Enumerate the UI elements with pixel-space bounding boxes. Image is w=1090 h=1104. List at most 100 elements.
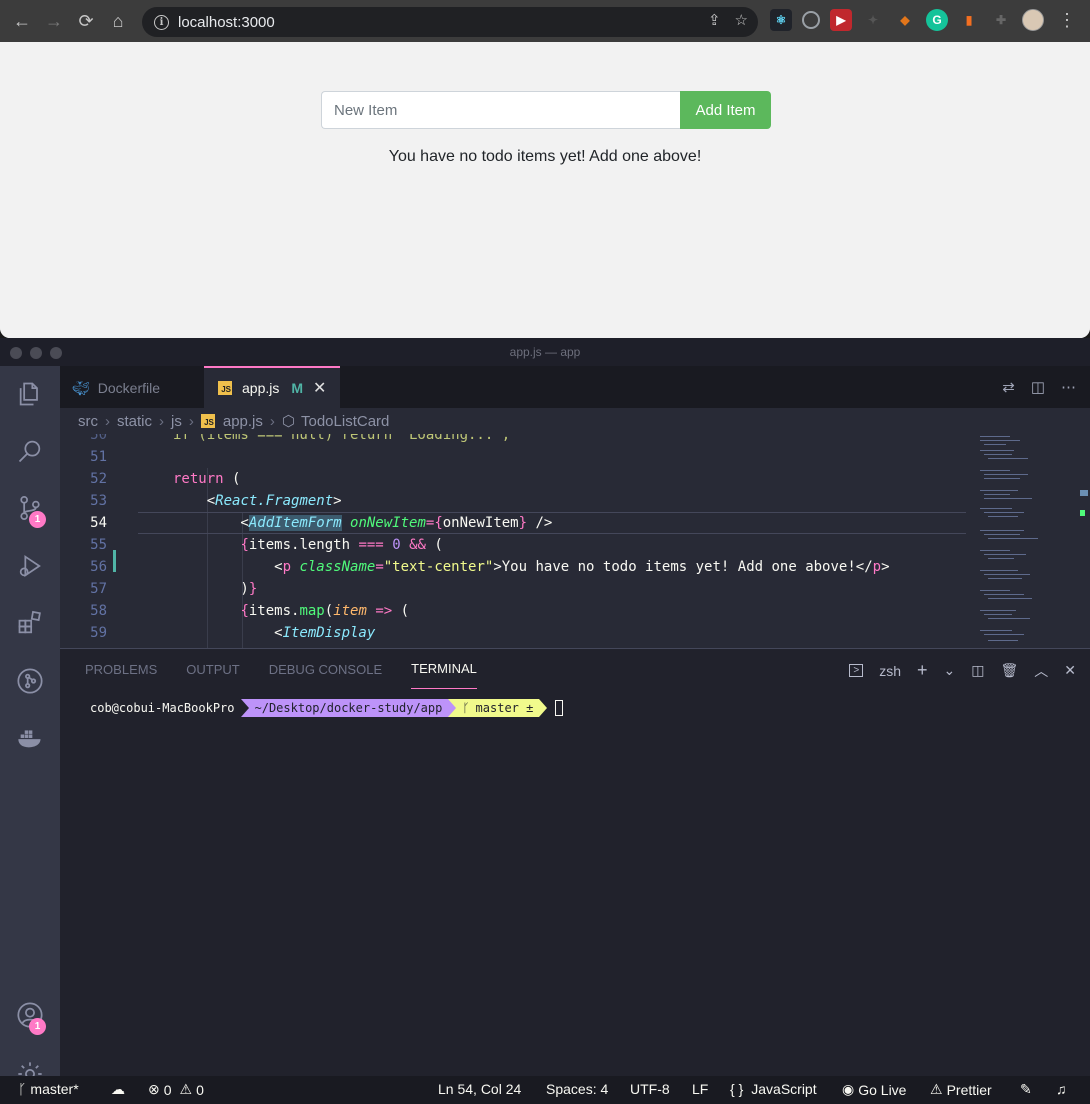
video-extension-icon[interactable]: ▶ [830, 9, 852, 31]
breadcrumb-item[interactable]: app.js [223, 413, 263, 430]
bottom-panel: PROBLEMS OUTPUT DEBUG CONSOLE TERMINAL >… [60, 648, 1090, 1076]
code-line: 53 <React.Fragment> [90, 493, 342, 509]
close-window-button[interactable] [10, 347, 22, 359]
language-label: JavaScript [751, 1081, 817, 1097]
vscode-window: app.js — app 1 1 🐳︎ Dockerfile JS app.js… [0, 338, 1090, 1104]
problems-status[interactable]: ⊗ 0 ⚠ 0 [148, 1081, 204, 1098]
share-icon[interactable]: ⇪ [708, 11, 721, 29]
docker-file-icon: 🐳︎ [72, 379, 90, 396]
todo-app-page: Add Item You have no todo items yet! Add… [0, 42, 1090, 338]
modified-indicator: M [291, 380, 304, 396]
tab-debug-console[interactable]: DEBUG CONSOLE [269, 649, 382, 689]
add-item-button[interactable]: Add Item [680, 91, 771, 129]
prompt-user: cob@cobui-MacBookPro [85, 699, 241, 717]
analytics-extension-icon[interactable]: ▮ [958, 9, 980, 31]
empty-state-message: You have no todo items yet! Add one abov… [388, 148, 702, 165]
home-button[interactable]: ⌂ [102, 5, 134, 37]
cursor-position[interactable]: Ln 54, Col 24 [438, 1081, 521, 1097]
maximize-panel-chevron-up-icon[interactable]: ︿ [1034, 661, 1048, 681]
window-title: app.js — app [509, 345, 581, 359]
minimap[interactable] [966, 434, 1090, 648]
tab-output[interactable]: OUTPUT [186, 649, 239, 689]
reload-button[interactable]: ⟳ [70, 5, 102, 37]
tab-app-js[interactable]: JS app.js M ✕ [204, 366, 341, 408]
component-symbol-icon: ⬡ [281, 413, 295, 430]
terminal-cursor [555, 700, 564, 716]
breadcrumb-item[interactable]: static [117, 413, 152, 430]
more-actions-icon[interactable]: ⋯ [1061, 378, 1076, 396]
split-terminal-icon[interactable]: ◫ [971, 662, 984, 679]
git-graph-icon[interactable] [0, 657, 60, 705]
run-debug-icon[interactable] [0, 542, 60, 590]
compare-changes-icon[interactable]: ⇄ [1002, 378, 1015, 396]
close-tab-icon[interactable]: ✕ [313, 378, 326, 398]
warning-icon: ⚠ [179, 1081, 193, 1097]
extensions-icon[interactable] [0, 599, 60, 647]
address-bar[interactable]: i localhost:3000 ⇪ ☆ [142, 7, 758, 37]
language-mode[interactable]: { } JavaScript [730, 1081, 817, 1097]
scm-badge: 1 [29, 511, 46, 528]
prettier-label: Prettier [946, 1081, 992, 1098]
extension-icon[interactable] [802, 11, 820, 29]
git-branch-icon: ᚴ [18, 1081, 27, 1097]
forward-button[interactable]: → [38, 5, 70, 37]
new-item-input[interactable] [321, 91, 680, 129]
back-button[interactable]: ← [6, 5, 38, 37]
braces-icon: { } [730, 1081, 744, 1097]
git-branch-status[interactable]: ᚴ master* [18, 1081, 79, 1097]
warning-icon: ⚠ [930, 1081, 943, 1097]
puzzle-extensions-icon[interactable]: ✚ [990, 9, 1012, 31]
grammarly-icon[interactable]: G [926, 9, 948, 31]
explorer-icon[interactable] [0, 370, 60, 418]
minimize-window-button[interactable] [30, 347, 42, 359]
go-live-button[interactable]: ◉ Go Live [842, 1081, 906, 1098]
code-line: 51 [90, 449, 107, 465]
activity-bar: 1 1 [0, 366, 60, 1086]
end-of-line[interactable]: LF [692, 1081, 708, 1097]
metamask-fox-icon[interactable]: ◆ [894, 9, 916, 31]
breadcrumb-item[interactable]: TodoListCard [301, 413, 389, 430]
breadcrumb: src › static › js › JS app.js › ⬡ TodoListCa… [60, 408, 1090, 434]
tab-problems[interactable]: PROBLEMS [85, 649, 157, 689]
indentation[interactable]: Spaces: 4 [546, 1081, 608, 1097]
extension-icon[interactable]: ✦ [862, 9, 884, 31]
code-line: 59 <ItemDisplay [90, 625, 376, 641]
breadcrumb-item[interactable]: src [78, 413, 98, 430]
tab-label: app.js [242, 380, 280, 396]
js-file-icon: JS [200, 414, 215, 428]
browser-menu-icon[interactable]: ⋮ [1058, 10, 1076, 31]
prettier-status[interactable]: ⚠ Prettier [930, 1081, 992, 1098]
react-devtools-extension-icon[interactable]: ⚛ [770, 9, 792, 31]
feedback-icon[interactable]: ✎ [1020, 1081, 1032, 1098]
chevron-down-icon[interactable]: ⌄ [944, 662, 956, 679]
breadcrumb-item[interactable]: js [171, 413, 182, 430]
code-editor[interactable]: 50 if (items === null) return 'Loading..… [60, 434, 1090, 648]
kill-terminal-trash-icon[interactable]: 🗑︎ [1000, 662, 1018, 679]
code-line: 57 )} [90, 581, 258, 597]
error-count: 0 [163, 1081, 172, 1098]
notifications-bell-icon[interactable]: ♫ [1056, 1081, 1067, 1097]
site-info-icon[interactable]: i [154, 14, 169, 30]
sync-icon[interactable]: ☁ [111, 1081, 125, 1098]
terminal-shell-name[interactable]: zsh [879, 663, 901, 679]
code-line: 52 return ( [90, 471, 241, 487]
go-live-label: Go Live [858, 1081, 907, 1098]
add-item-form: Add Item [321, 91, 771, 129]
prompt-branch: master ± [475, 701, 534, 715]
tab-dockerfile[interactable]: 🐳︎ Dockerfile [60, 366, 204, 408]
search-icon[interactable] [0, 427, 60, 475]
bookmark-star-icon[interactable]: ☆ [735, 11, 748, 29]
code-line: 50 if (items === null) return 'Loading..… [90, 434, 511, 443]
split-editor-icon[interactable]: ◫ [1031, 378, 1045, 396]
current-line-highlight [138, 512, 966, 534]
new-terminal-icon[interactable]: + [917, 660, 928, 681]
encoding[interactable]: UTF-8 [630, 1081, 670, 1097]
close-panel-icon[interactable]: ✕ [1064, 662, 1076, 679]
maximize-window-button[interactable] [50, 347, 62, 359]
accounts-badge: 1 [29, 1018, 46, 1035]
profile-avatar[interactable] [1022, 9, 1044, 31]
tab-terminal[interactable]: TERMINAL [411, 649, 477, 689]
docker-icon[interactable] [0, 714, 60, 762]
terminal-prompt[interactable]: cob@cobui-MacBookPro ~/Desktop/docker-st… [85, 699, 564, 717]
code-line: 58 {items.map(item => ( [90, 603, 410, 619]
